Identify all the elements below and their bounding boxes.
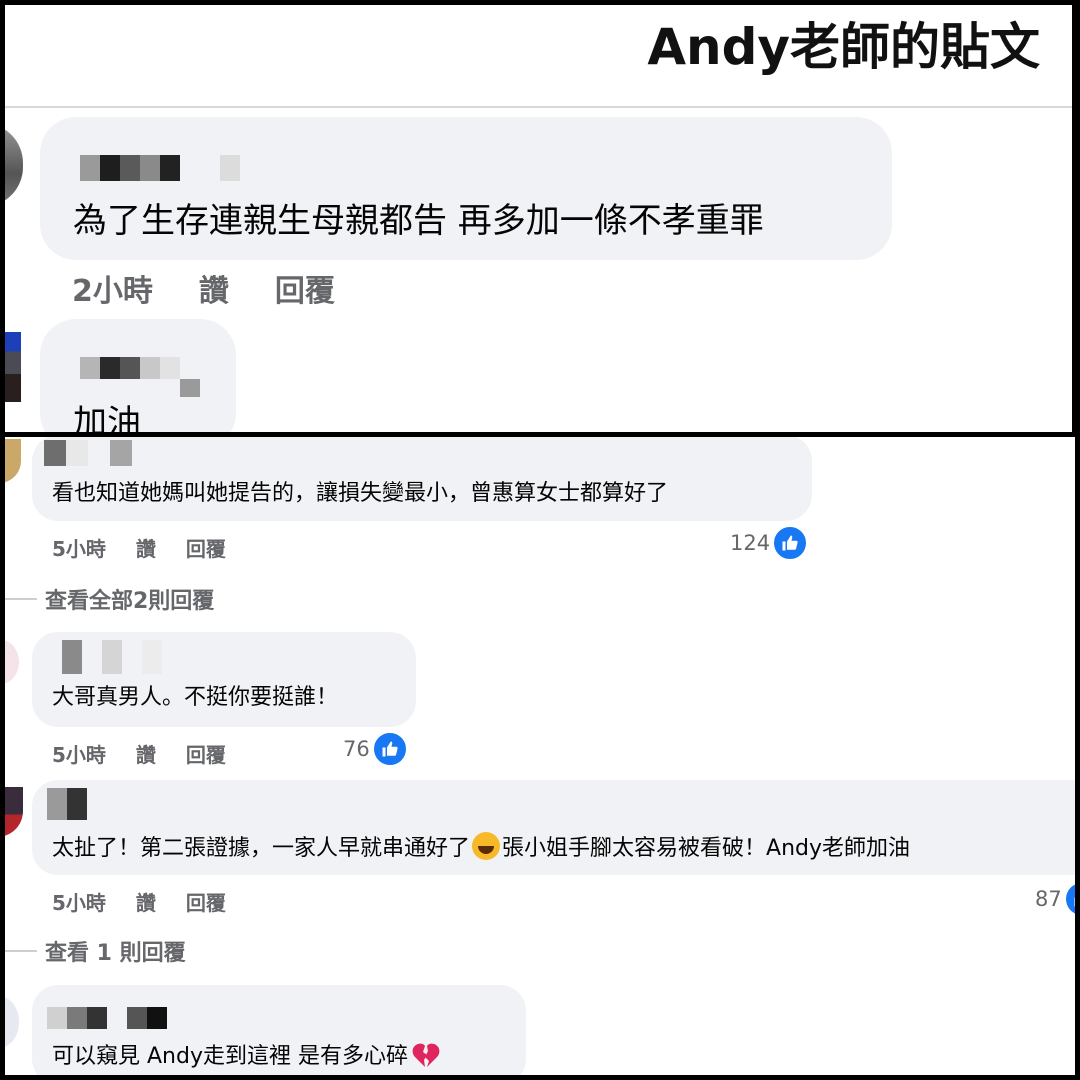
reply-action[interactable]: 回覆 [186,533,226,562]
reaction-count-value: 124 [730,531,771,555]
post-title: Andy老師的貼文 [647,18,1040,76]
comment-time[interactable]: 5小時 [52,887,106,916]
thumbs-up-icon [1063,881,1075,917]
reaction-count-value: 87 [1035,887,1062,911]
comment-bubble: 看也知道她媽叫她提告的，讓損失變最小，曾惠算女士都算好了 [32,437,812,521]
thumbs-up-icon [772,525,809,561]
view-replies-label[interactable]: 查看全部2則回覆 [45,583,214,615]
comment-bubble: 可以窺見 Andy走到這裡 是有多心碎 [32,985,526,1075]
reply-thread-line [5,598,37,600]
top-screenshot-panel: Andy老師的貼文 為了生存連親生母親都告 再多加一條不孝重罪 2小時 讚 回覆 [5,5,1072,432]
comment-text: 大哥真男人。不挺你要挺誰！ [52,685,339,710]
avatar[interactable] [5,997,19,1047]
reaction-count[interactable]: 124 [730,525,809,561]
comment-bubble: 太扯了！第二張證據，一家人早就串通好了 張小姐手腳太容易被看破！Andy老師加油 [32,780,1075,875]
comment-actions: 5小時 讚 回覆 [52,887,226,916]
broken-heart-icon [412,1043,440,1067]
comment-time[interactable]: 5小時 [52,533,106,562]
commenter-name-redacted[interactable] [44,440,132,466]
avatar[interactable] [5,787,23,837]
reaction-count-value: 76 [343,737,370,761]
comment-text: 太扯了！第二張證據，一家人早就串通好了 張小姐手腳太容易被看破！Andy老師加油 [52,830,910,862]
avatar[interactable] [5,123,23,207]
avatar[interactable] [5,332,21,402]
comment-actions: 5小時 讚 回覆 [52,739,226,768]
comment-bubble: 為了生存連親生母親都告 再多加一條不孝重罪 [40,117,892,260]
comment-bubble: 加油 [40,319,236,432]
comment-text-part: 太扯了！第二張證據，一家人早就串通好了 [52,836,471,861]
reply-action[interactable]: 回覆 [275,266,335,310]
comment-actions: 2小時 讚 回覆 [72,266,335,310]
comment-text: 看也知道她媽叫她提告的，讓損失變最小，曾惠算女士都算好了 [52,481,669,506]
commenter-name-redacted[interactable] [47,1007,167,1029]
like-action[interactable]: 讚 [136,739,156,768]
comment-time[interactable]: 5小時 [52,739,106,768]
reaction-count[interactable]: 76 [343,731,408,767]
comment-text-part: 張小姐手腳太容易被看破！Andy老師加油 [502,836,910,861]
tears-of-joy-emoji [472,832,501,860]
avatar[interactable] [5,439,21,483]
commenter-name-redacted[interactable] [47,788,87,820]
comment-bubble: 大哥真男人。不挺你要挺誰！ [32,632,416,727]
reply-action[interactable]: 回覆 [186,887,226,916]
comment-time[interactable]: 2小時 [72,266,153,310]
commenter-name-redacted[interactable] [62,640,162,674]
commenter-name-redacted[interactable] [80,357,180,379]
view-replies-label[interactable]: 查看 1 則回覆 [45,935,186,967]
reply-thread-line [5,950,37,952]
view-replies-link[interactable]: 查看 1 則回覆 [5,935,186,967]
like-action[interactable]: 讚 [136,533,156,562]
comment-text: 可以窺見 Andy走到這裡 是有多心碎 [52,1038,440,1070]
like-action[interactable]: 讚 [199,266,229,310]
thumbs-up-icon [371,731,408,767]
comment-text: 加油 [73,403,141,432]
reply-action[interactable]: 回覆 [186,739,226,768]
header-divider [5,106,1072,108]
like-action[interactable]: 讚 [136,887,156,916]
comment-text: 為了生存連親生母親都告 再多加一條不孝重罪 [73,201,764,241]
bottom-screenshot-panel: 看也知道她媽叫她提告的，讓損失變最小，曾惠算女士都算好了 5小時 讚 回覆 12… [5,437,1075,1075]
reaction-count[interactable]: 87 [1035,881,1075,917]
comment-actions: 5小時 讚 回覆 [52,533,226,562]
comment-text-part: 可以窺見 Andy走到這裡 是有多心碎 [52,1044,408,1069]
commenter-name-redacted-tail [180,379,200,397]
view-replies-link[interactable]: 查看全部2則回覆 [5,583,214,615]
avatar[interactable] [5,640,19,684]
commenter-name-redacted[interactable] [80,155,240,181]
